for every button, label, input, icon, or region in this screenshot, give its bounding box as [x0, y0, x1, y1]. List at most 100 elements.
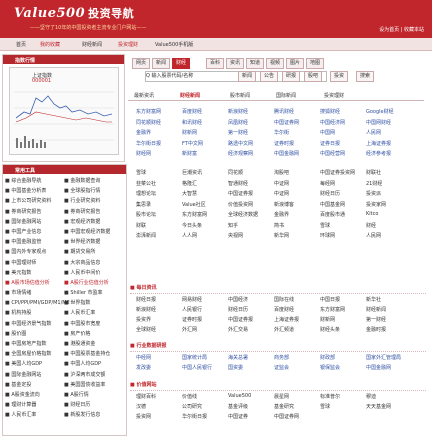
directory-link[interactable]: 中国经济 — [228, 296, 248, 303]
directory-link[interactable]: 新浪财经 — [228, 108, 248, 115]
tool-link[interactable]: ■ 股价图 — [5, 329, 26, 339]
directory-link[interactable]: 中国证券报 — [228, 316, 253, 323]
directory-link[interactable]: 澎湃新闻 — [136, 232, 156, 239]
tool-link[interactable]: ■ 国内外专家观点 — [5, 247, 46, 257]
search-btn-guba[interactable]: 股吧 — [304, 71, 323, 82]
tool-link[interactable]: ■ 美国人均GDP — [5, 359, 42, 369]
directory-link[interactable]: 财经网 — [136, 150, 151, 157]
directory-link[interactable]: 集思录 — [136, 201, 151, 208]
directory-link[interactable]: 基金研究 — [274, 403, 294, 410]
tool-link[interactable]: ■ CPI/PPI/PMI/GDP/M1/M2 — [5, 298, 70, 308]
site-logo[interactable]: Value500 投资导航 — [14, 5, 134, 21]
directory-link[interactable]: 财联 — [136, 222, 146, 229]
tool-link[interactable]: ■ 中国人均GDP — [64, 359, 101, 369]
directory-link[interactable]: 新浪财经 — [136, 306, 156, 313]
index-chart[interactable]: 上证指数 000001 — [9, 67, 119, 155]
directory-link[interactable]: 财新网 — [182, 129, 197, 136]
directory-link[interactable]: 雪球 — [136, 169, 146, 176]
directory-link[interactable]: 财经日报 — [136, 296, 156, 303]
header-right-links[interactable]: 设为首页 | 收藏本站 — [379, 26, 424, 33]
tool-link[interactable]: ■ Shiller 市盈率 — [64, 288, 103, 298]
directory-link[interactable]: 金融时报 — [366, 326, 386, 333]
tool-link[interactable]: ■ 中国理财师 — [5, 258, 36, 268]
directory-link[interactable]: 巨潮资讯 — [182, 169, 202, 176]
tool-link[interactable]: ■ A股资金流向 — [5, 390, 40, 400]
directory-link[interactable]: 华尔街日报 — [182, 413, 207, 420]
directory-link[interactable]: 证券日报 — [320, 140, 340, 147]
tool-link[interactable]: ■ 金融数据查询 — [64, 176, 100, 186]
directory-link[interactable]: 穆迪 — [366, 393, 376, 400]
tab-zhidao[interactable]: 知道 — [246, 58, 265, 69]
tab-news[interactable]: 新闻 — [152, 58, 171, 69]
directory-link[interactable]: 淘股吧 — [274, 169, 289, 176]
directory-link[interactable]: 中国证券网 — [274, 413, 299, 420]
directory-link[interactable]: 雪球 — [320, 403, 330, 410]
directory-link[interactable]: 投资派 — [366, 190, 381, 197]
directory-link[interactable]: 国际在线 — [274, 296, 294, 303]
tool-link[interactable]: ■ 上市公司研究资料 — [5, 196, 51, 206]
tool-link[interactable]: ■ 基金定投 — [5, 380, 31, 390]
directory-link[interactable]: 外汇网 — [182, 326, 197, 333]
directory-link[interactable]: 百度股市通 — [320, 211, 345, 218]
tool-link[interactable]: ■ 世界指数 — [64, 298, 90, 308]
news-tab-stock[interactable]: 股市新闻 — [230, 92, 250, 99]
directory-link[interactable]: FT中文网 — [182, 140, 203, 147]
directory-link[interactable]: 东方财富网 — [320, 306, 345, 313]
subnav-favorites[interactable]: 我的收藏 — [40, 41, 60, 48]
directory-link[interactable]: 中国基金网 — [320, 201, 345, 208]
tool-link[interactable]: ■ 人民币汇率 — [5, 410, 36, 420]
directory-link[interactable]: 公司研究 — [182, 403, 202, 410]
search-btn-go[interactable]: 搜索 — [356, 71, 375, 82]
directory-link[interactable]: 简书 — [274, 222, 284, 229]
directory-link[interactable]: 凤凰财经 — [228, 119, 248, 126]
tool-link[interactable]: ■ 中国基金分析表 — [5, 186, 46, 196]
directory-link[interactable]: 财经新闻 — [366, 306, 386, 313]
directory-link[interactable]: 和讯财经 — [182, 119, 202, 126]
tool-link[interactable]: ■ 财经日历 — [64, 400, 90, 410]
tool-link[interactable]: ■ 中国股市宽度 — [64, 319, 100, 329]
directory-link[interactable]: 价值投资网 — [228, 201, 253, 208]
directory-link[interactable]: 新华社 — [366, 296, 381, 303]
directory-link[interactable]: 证券时报 — [182, 316, 202, 323]
tool-link[interactable]: ■ 港股通资金 — [64, 339, 95, 349]
directory-link[interactable]: 雪球 — [320, 222, 330, 229]
search-btn-invest[interactable]: 投资 — [330, 71, 349, 82]
directory-link[interactable]: 发改委 — [136, 364, 151, 371]
tool-link[interactable]: ■ A股行情 — [64, 390, 89, 400]
tab-finance[interactable]: 财经 — [172, 58, 191, 69]
news-tab-invest[interactable]: 投资理财 — [324, 92, 344, 99]
directory-link[interactable]: 中国经营网 — [320, 150, 345, 157]
directory-link[interactable]: 天天基金网 — [366, 403, 391, 410]
tool-link[interactable]: ■ 中国金融监管 — [5, 237, 41, 247]
directory-link[interactable]: 财经日历 — [228, 306, 248, 313]
directory-link[interactable]: 理财百科 — [136, 393, 156, 400]
directory-link[interactable]: 中国人民银行 — [182, 364, 212, 371]
directory-link[interactable]: 搜狐财经 — [320, 108, 340, 115]
directory-link[interactable]: 21财经 — [366, 180, 382, 187]
tool-link[interactable]: ■ 中国股票基金持仓 — [64, 349, 110, 359]
directory-link[interactable]: 中国证券投资网 — [320, 169, 355, 176]
tool-link[interactable]: ■ 房产价格 — [64, 329, 90, 339]
directory-link[interactable]: 全球财经 — [136, 326, 156, 333]
directory-link[interactable]: 东方财富网 — [136, 108, 161, 115]
directory-link[interactable]: 中国证券网 — [274, 119, 299, 126]
directory-link[interactable]: 中国证券 — [228, 413, 248, 420]
directory-link[interactable]: 第一财经 — [366, 316, 386, 323]
directory-link[interactable]: 投资网 — [136, 413, 151, 420]
directory-link[interactable]: Value500 — [228, 393, 251, 399]
directory-link[interactable]: 财联社 — [366, 169, 381, 176]
directory-link[interactable]: 理想论坛 — [136, 190, 156, 197]
tool-link[interactable]: ■ 美元指数 — [5, 268, 31, 278]
tool-link[interactable]: ■ 世界经济数据 — [64, 237, 100, 247]
directory-link[interactable]: 证券时报 — [274, 140, 294, 147]
directory-link[interactable]: 格隆汇 — [182, 180, 197, 187]
directory-link[interactable]: 经济参考报 — [366, 150, 391, 157]
directory-link[interactable]: 基金评级 — [228, 403, 248, 410]
tab-image[interactable]: 图片 — [286, 58, 305, 69]
directory-link[interactable]: Value社区 — [182, 201, 206, 208]
tool-link[interactable]: ■ A股行业估值分析 — [64, 278, 109, 288]
directory-link[interactable]: 新浪博客 — [274, 201, 294, 208]
directory-link[interactable]: 中证网 — [274, 180, 289, 187]
directory-link[interactable]: 大智慧 — [182, 190, 197, 197]
directory-link[interactable]: 今日头条 — [182, 222, 202, 229]
